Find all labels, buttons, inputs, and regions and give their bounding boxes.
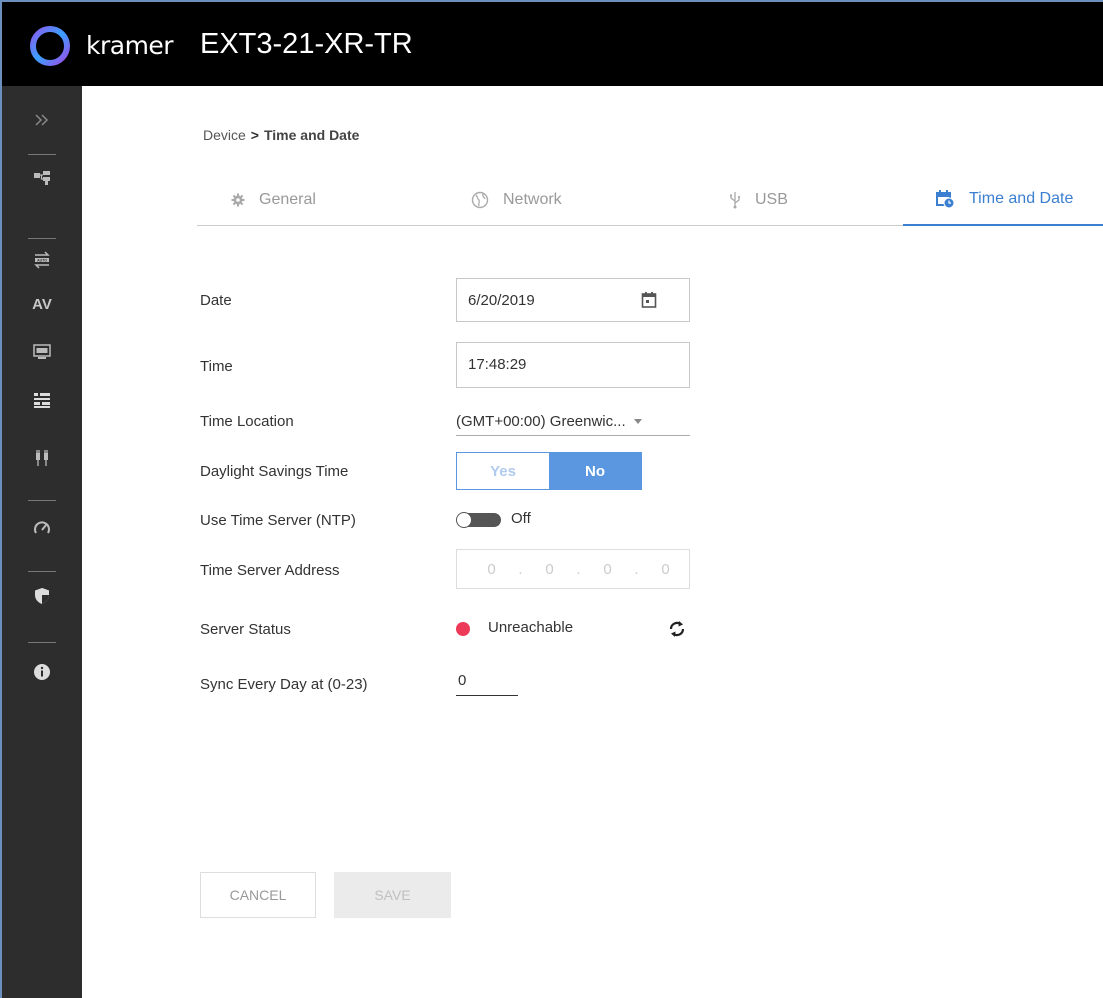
date-field[interactable]: 6/20/2019: [456, 278, 690, 322]
sidebar-item-device-settings[interactable]: [2, 378, 82, 422]
ip-octet-1: 0: [487, 560, 496, 578]
brand-name: kramer: [86, 31, 174, 60]
server-address-label: Time Server Address: [200, 562, 340, 579]
device-title: EXT3-21-XR-TR: [200, 28, 413, 60]
ntp-state-label: Off: [511, 510, 531, 527]
sidebar-divider: [28, 642, 56, 643]
save-button[interactable]: SAVE: [334, 872, 451, 918]
tab-general[interactable]: General: [231, 174, 316, 226]
top-bar: kramer EXT3-21-XR-TR: [2, 2, 1103, 86]
dst-no-button[interactable]: No: [549, 453, 641, 489]
av-label: AV: [32, 295, 52, 313]
status-indicator-dot: [456, 622, 470, 636]
gauge-icon: [34, 521, 50, 534]
tab-bar: General Network USB Time and Date: [197, 174, 1103, 226]
gear-icon: [231, 193, 245, 207]
sidebar-item-info[interactable]: [2, 650, 82, 694]
ip-dot: .: [576, 560, 581, 578]
sidebar-divider: [28, 500, 56, 501]
refresh-icon[interactable]: [666, 618, 688, 640]
tab-general-label: General: [259, 191, 316, 208]
cable-icon: [36, 450, 48, 466]
device-settings-icon: [34, 393, 50, 408]
ip-octet-3: 0: [603, 560, 612, 578]
server-address-field: 0 . 0 . 0 . 0: [456, 549, 690, 589]
breadcrumb: Device > Time and Date: [203, 127, 359, 143]
sidebar-item-security[interactable]: [2, 574, 82, 618]
server-status-value: Unreachable: [488, 619, 574, 636]
time-label: Time: [200, 358, 233, 375]
time-location-label: Time Location: [200, 413, 294, 430]
time-field[interactable]: 17:48:29: [456, 342, 690, 388]
sidebar-item-topology[interactable]: [2, 156, 82, 200]
sidebar: AUTO AV: [2, 86, 82, 998]
server-status-label: Server Status: [200, 621, 291, 638]
sidebar-item-edid[interactable]: [2, 330, 82, 374]
app-frame: [0, 0, 1103, 998]
ip-dot: .: [634, 560, 639, 578]
sidebar-item-cables[interactable]: [2, 436, 82, 480]
edid-icon: [33, 344, 51, 359]
tab-network-label: Network: [503, 191, 562, 208]
time-value: 17:48:29: [468, 356, 527, 373]
globe-icon: [471, 191, 489, 209]
ip-dot: .: [518, 560, 523, 578]
calendar-clock-icon: [936, 190, 955, 209]
tab-time-and-date-label: Time and Date: [969, 190, 1074, 207]
topology-icon: [34, 171, 50, 185]
auto-switch-icon: AUTO: [34, 251, 50, 269]
breadcrumb-separator: >: [250, 127, 259, 143]
tab-time-and-date[interactable]: Time and Date: [903, 174, 1103, 226]
svg-text:AUTO: AUTO: [37, 259, 47, 263]
sidebar-divider: [28, 154, 56, 155]
calendar-icon[interactable]: [641, 291, 657, 309]
date-label: Date: [200, 292, 232, 309]
chevron-down-icon: [633, 419, 642, 424]
sync-label: Sync Every Day at (0-23): [200, 676, 368, 693]
cancel-button[interactable]: CANCEL: [200, 872, 316, 918]
breadcrumb-current: Time and Date: [263, 127, 360, 143]
kramer-logo-icon: [30, 26, 70, 66]
sidebar-item-av[interactable]: AV: [2, 282, 82, 326]
ntp-label: Use Time Server (NTP): [200, 512, 356, 529]
dst-toggle-group: Yes No: [456, 452, 642, 490]
time-location-select[interactable]: (GMT+00:00) Greenwic...: [456, 408, 690, 436]
sidebar-divider: [28, 571, 56, 572]
breadcrumb-parent[interactable]: Device: [203, 127, 246, 143]
sidebar-expand-icon[interactable]: [2, 98, 82, 142]
sidebar-item-status[interactable]: [2, 506, 82, 550]
tab-usb[interactable]: USB: [729, 174, 788, 226]
usb-icon: [730, 192, 741, 209]
dst-label: Daylight Savings Time: [200, 463, 349, 480]
ip-octet-4: 0: [661, 560, 670, 578]
dst-yes-button[interactable]: Yes: [457, 453, 549, 489]
date-value: 6/20/2019: [468, 291, 535, 309]
time-location-value: (GMT+00:00) Greenwic...: [456, 413, 626, 430]
ntp-toggle-switch[interactable]: [456, 512, 502, 528]
info-icon: [34, 664, 50, 680]
ip-octet-2: 0: [545, 560, 554, 578]
sync-hour-input[interactable]: 0: [456, 672, 518, 696]
sidebar-item-auto-switch[interactable]: AUTO: [2, 238, 82, 282]
tab-usb-label: USB: [755, 191, 788, 208]
security-shield-icon: [35, 588, 49, 604]
tab-network[interactable]: Network: [471, 174, 562, 226]
